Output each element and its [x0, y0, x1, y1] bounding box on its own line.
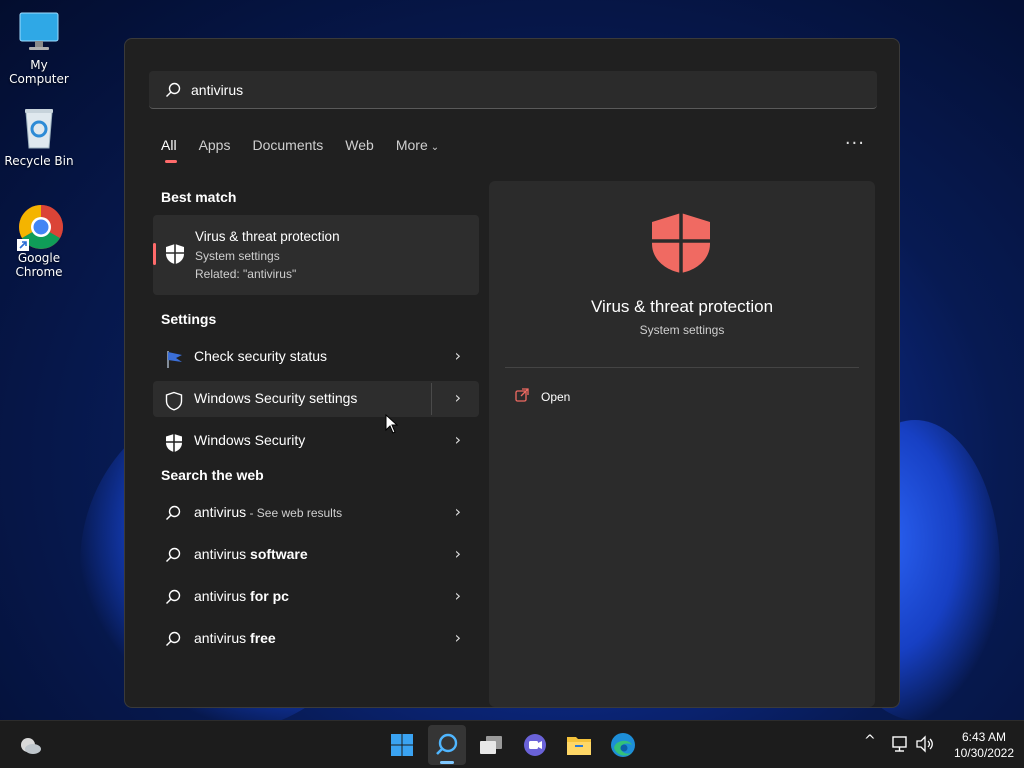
web-result-label: antivirus free [194, 630, 276, 646]
web-result-suggestion: free [250, 630, 276, 646]
search-panel: All Apps Documents Web More⌄ ··· Best ma… [124, 38, 900, 708]
shield-filled-icon [165, 433, 183, 452]
selection-indicator [153, 243, 156, 265]
more-options-icon[interactable]: ··· [845, 133, 865, 154]
divider [505, 367, 859, 368]
chevron-right-icon[interactable]: › [455, 586, 461, 605]
settings-item-windows-security-settings[interactable]: Windows Security settings › [153, 381, 479, 417]
section-heading-settings: Settings [161, 311, 217, 327]
detail-subtitle: System settings [639, 323, 725, 337]
search-tabs: All Apps Documents Web More ⌄ [161, 137, 461, 163]
clock[interactable]: 6:43 AM 10/30/2022 [954, 729, 1014, 761]
web-result-hint: - See web results [246, 506, 343, 520]
tab-web[interactable]: Web [345, 137, 374, 163]
open-external-icon [515, 387, 529, 406]
best-match-related: Related: "antivirus" [195, 267, 297, 281]
chevron-right-icon[interactable]: › [455, 346, 461, 365]
settings-item-check-security-status[interactable]: Check security status › [153, 339, 479, 375]
chevron-right-icon[interactable]: › [455, 430, 461, 449]
tab-apps[interactable]: Apps [199, 137, 231, 163]
search-icon [165, 547, 183, 565]
web-result-query: antivirus [194, 546, 251, 562]
clock-time: 6:43 AM [961, 730, 1006, 744]
desktop-icon-label: Recycle Bin [4, 154, 74, 168]
network-icon[interactable] [890, 735, 910, 757]
task-view-icon[interactable] [477, 731, 505, 759]
weather-icon[interactable] [16, 731, 44, 759]
section-heading-search-the-web: Search the web [161, 467, 264, 483]
detail-pane: Virus & threat protection System setting… [489, 181, 875, 707]
search-icon [165, 589, 183, 607]
tab-documents[interactable]: Documents [252, 137, 323, 163]
shield-outline-icon [165, 391, 183, 411]
search-box[interactable] [149, 71, 877, 109]
chat-icon[interactable] [521, 731, 549, 759]
web-result-item[interactable]: antivirus - See web results › [153, 495, 479, 531]
flag-icon [165, 349, 183, 368]
chevron-right-icon[interactable]: › [455, 628, 461, 647]
desktop-icon-my-computer[interactable]: My Computer [0, 10, 78, 86]
web-result-item[interactable]: antivirus software › [153, 537, 479, 573]
tab-more[interactable]: More ⌄ [396, 137, 439, 163]
search-icon [165, 505, 183, 523]
web-result-suggestion: software [250, 546, 308, 562]
best-match-title: Virus & threat protection [195, 229, 340, 244]
search-input[interactable] [191, 79, 851, 101]
chevron-up-icon[interactable]: ^ [864, 733, 876, 749]
chevron-down-icon: ⌄ [430, 142, 440, 153]
tab-more-label: More [395, 137, 428, 153]
web-result-query: antivirus [194, 588, 251, 604]
shield-red-icon [649, 211, 713, 279]
taskbar-search-icon[interactable] [428, 725, 466, 765]
chevron-right-icon[interactable]: › [455, 388, 461, 407]
open-action-label: Open [541, 389, 571, 404]
web-result-query: antivirus [194, 630, 251, 646]
edge-browser-icon[interactable] [609, 731, 637, 759]
search-icon [165, 82, 181, 102]
settings-item-label: Check security status [194, 348, 328, 364]
web-result-label: antivirus software [194, 546, 308, 562]
desktop-icon-google-chrome[interactable]: Google Chrome [0, 203, 78, 279]
clock-date: 10/30/2022 [953, 746, 1014, 760]
recycle-bin-icon [17, 106, 61, 150]
mouse-cursor-icon [385, 413, 399, 438]
divider [431, 383, 432, 415]
web-result-item[interactable]: antivirus free › [153, 621, 479, 657]
chrome-icon [17, 203, 63, 251]
tab-all[interactable]: All [161, 137, 177, 163]
desktop-icon-recycle-bin[interactable]: Recycle Bin [0, 106, 78, 168]
results-list: Best match Virus & threat protection Sys… [153, 189, 479, 657]
web-result-query: antivirus [194, 504, 247, 520]
section-heading-best-match: Best match [161, 189, 237, 205]
settings-item-label: Windows Security [194, 432, 306, 448]
web-result-label: antivirus for pc [194, 588, 289, 604]
taskbar: ^ 6:43 AM 10/30/2022 [0, 720, 1024, 768]
monitor-icon [17, 10, 61, 54]
desktop-icon-label: My Computer [9, 58, 69, 86]
shield-filled-icon [165, 243, 185, 269]
volume-icon[interactable] [915, 735, 935, 757]
chevron-right-icon[interactable]: › [455, 544, 461, 563]
settings-item-label: Windows Security settings [194, 390, 358, 406]
detail-title: Virus & threat protection [590, 297, 774, 316]
start-button-icon[interactable] [388, 731, 416, 759]
desktop-icon-label: Google Chrome [15, 251, 63, 279]
settings-item-windows-security[interactable]: Windows Security › [153, 423, 479, 459]
file-explorer-icon[interactable] [565, 731, 593, 759]
best-match-subtitle: System settings [195, 249, 280, 263]
chevron-right-icon[interactable]: › [455, 502, 461, 521]
best-match-item[interactable]: Virus & threat protection System setting… [153, 215, 479, 295]
search-icon [165, 631, 183, 649]
web-result-label: antivirus - See web results [194, 504, 342, 520]
web-result-suggestion: for pc [250, 588, 289, 604]
open-action[interactable]: Open [515, 387, 570, 406]
web-result-item[interactable]: antivirus for pc › [153, 579, 479, 615]
